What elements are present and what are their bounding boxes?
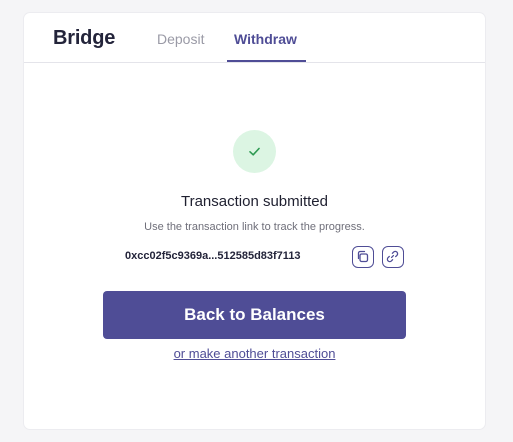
card-header: Bridge Deposit Withdraw bbox=[24, 13, 485, 63]
page-title: Bridge bbox=[53, 27, 116, 49]
status-subtitle: Use the transaction link to track the pr… bbox=[144, 221, 365, 233]
copy-button[interactable] bbox=[352, 246, 374, 268]
back-to-balances-button[interactable]: Back to Balances bbox=[103, 291, 406, 339]
active-tab-indicator bbox=[227, 60, 306, 62]
check-icon bbox=[233, 130, 276, 173]
tab-withdraw[interactable]: Withdraw bbox=[234, 31, 297, 47]
status-title: Transaction submitted bbox=[180, 193, 328, 210]
tab-deposit[interactable]: Deposit bbox=[157, 31, 204, 47]
open-link-button[interactable] bbox=[382, 246, 404, 268]
bridge-card: Bridge Deposit Withdraw Transaction subm… bbox=[24, 13, 485, 429]
make-another-transaction-link[interactable]: or make another transaction bbox=[24, 346, 485, 361]
transaction-hash: 0xcc02f5c9369a...512585d83f7113 bbox=[125, 250, 301, 262]
